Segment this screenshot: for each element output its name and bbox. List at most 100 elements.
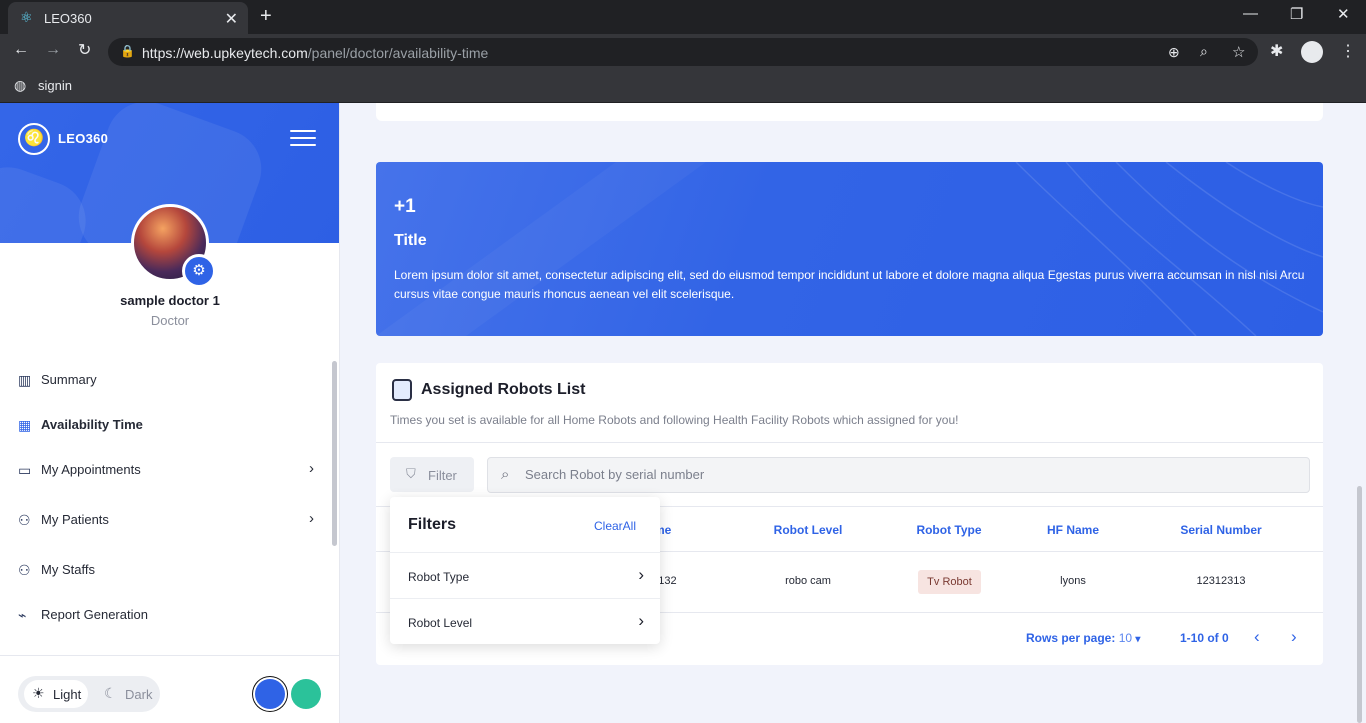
- column-header-robot-level[interactable]: Robot Level: [758, 523, 858, 537]
- dark-theme-button[interactable]: ☾ Dark: [96, 680, 156, 708]
- banner-description: Lorem ipsum dolor sit amet, consectetur …: [394, 268, 1305, 301]
- sidebar-item-my-patients[interactable]: ⚇ My Patients ›: [18, 509, 318, 531]
- search-icon: ⌕: [501, 466, 510, 483]
- back-icon[interactable]: ←: [13, 41, 29, 59]
- color-swatch-blue[interactable]: [255, 679, 285, 709]
- report-icon: ⌁: [18, 607, 27, 623]
- light-theme-button[interactable]: ☀ Light: [24, 680, 88, 708]
- monitor-icon: ▭: [18, 462, 32, 478]
- cell-serial-number: 12312313: [1196, 575, 1246, 587]
- rows-per-page[interactable]: Rows per page: 10 ▾: [1026, 631, 1140, 645]
- url-text: https://web.upkeytech.com/panel/doctor/a…: [142, 45, 489, 61]
- clear-all-button[interactable]: ClearAll: [594, 519, 636, 533]
- chevron-right-icon: ›: [309, 510, 314, 527]
- cell-robot-level: robo cam: [785, 575, 831, 587]
- tab-title: LEO360: [44, 11, 92, 26]
- dark-theme-label: Dark: [125, 687, 153, 702]
- settings-gear-icon[interactable]: ⚙: [182, 254, 216, 288]
- filter-button[interactable]: ⛉ Filter: [390, 457, 474, 492]
- light-theme-label: Light: [53, 687, 82, 702]
- sidebar-item-label: Report Generation: [41, 607, 148, 622]
- sidebar-item-my-appointments[interactable]: ▭ My Appointments ›: [18, 459, 318, 481]
- hamburger-menu-icon[interactable]: [290, 130, 316, 148]
- chart-icon: ▥: [18, 372, 32, 388]
- filters-title: Filters: [408, 516, 457, 533]
- profile-icon[interactable]: [1301, 41, 1323, 63]
- menu-dots-icon[interactable]: ⋮: [1340, 41, 1356, 61]
- theme-toggle: ☀ Light ☾ Dark: [18, 676, 160, 712]
- filter-option-label: Robot Level: [408, 616, 473, 630]
- next-page-icon[interactable]: ›: [1291, 627, 1297, 647]
- prev-page-icon[interactable]: ‹: [1254, 627, 1260, 647]
- search-box: ⌕: [487, 457, 1310, 493]
- sidebar-item-label: My Patients: [41, 512, 109, 527]
- sidebar-footer: ☀ Light ☾ Dark: [0, 655, 339, 723]
- sidebar-item-label: My Staffs: [41, 562, 95, 577]
- zoom-icon[interactable]: ⌕: [1200, 43, 1208, 60]
- bookmark-star-icon[interactable]: ☆: [1232, 43, 1245, 61]
- tab-close-icon[interactable]: ✕: [225, 9, 238, 29]
- address-bar-row: ← → ↻ 🔒 https://web.upkeytech.com/panel/…: [0, 34, 1366, 70]
- reload-icon[interactable]: ↻: [78, 40, 91, 60]
- filter-option-robot-level[interactable]: Robot Level ›: [390, 599, 660, 645]
- address-bar[interactable]: 🔒 https://web.upkeytech.com/panel/doctor…: [108, 38, 1258, 66]
- card-subtitle: Times you set is available for all Home …: [390, 413, 959, 427]
- search-input[interactable]: [525, 467, 1225, 482]
- rows-per-page-label: Rows per page:: [1026, 631, 1116, 645]
- browser-tab-bar: ⚛ LEO360 ✕ + — ❐ ✕: [0, 0, 1366, 34]
- sun-icon: ☀: [32, 685, 45, 701]
- top-card: [376, 103, 1323, 121]
- moon-icon: ☾: [104, 685, 117, 701]
- robot-type-badge: Tv Robot: [918, 570, 981, 594]
- sidebar: ♌ LEO360 ⚙ sample doctor 1 Doctor ▥ Summ…: [0, 103, 340, 723]
- main-scrollbar[interactable]: [1357, 486, 1362, 723]
- chevron-right-icon: ›: [638, 611, 644, 630]
- add-icon[interactable]: ⊕: [1168, 44, 1180, 61]
- browser-tab[interactable]: ⚛ LEO360 ✕: [8, 2, 248, 34]
- filter-label: Filter: [428, 468, 457, 483]
- column-header-robot-type[interactable]: Robot Type: [899, 523, 999, 537]
- restore-icon[interactable]: ❐: [1290, 5, 1303, 23]
- color-swatch-green[interactable]: [291, 679, 321, 709]
- users-icon: ⚇: [18, 512, 31, 528]
- sidebar-item-label: Availability Time: [41, 417, 143, 432]
- bookmarks-bar: ◍ signin: [0, 70, 1366, 103]
- column-header-hf-name[interactable]: HF Name: [1023, 523, 1123, 537]
- forward-icon[interactable]: →: [45, 41, 61, 59]
- chevron-right-icon: ›: [309, 460, 314, 477]
- profile-name: sample doctor 1: [120, 293, 220, 308]
- clipboard-icon: [392, 379, 412, 401]
- extensions-icon[interactable]: ✱: [1270, 41, 1283, 61]
- info-banner: +1 Title Lorem ipsum dolor sit amet, con…: [376, 162, 1323, 336]
- chevron-right-icon: ›: [638, 565, 644, 584]
- new-tab-button[interactable]: +: [260, 5, 272, 28]
- minimize-icon[interactable]: —: [1243, 5, 1258, 22]
- filter-icon: ⛉: [406, 466, 416, 481]
- calendar-icon: ▦: [18, 417, 32, 433]
- brand-name: LEO360: [58, 131, 109, 146]
- filters-popup: Filters ClearAll Robot Type › Robot Leve…: [390, 497, 660, 644]
- profile-role: Doctor: [150, 313, 190, 328]
- bookmark-signin[interactable]: signin: [38, 78, 72, 93]
- filter-option-robot-type[interactable]: Robot Type ›: [390, 553, 660, 599]
- rows-per-page-value: 10: [1118, 631, 1133, 645]
- column-header-serial-number[interactable]: Serial Number: [1161, 523, 1281, 537]
- wave-decoration: [376, 162, 1323, 336]
- chevron-down-icon: ▾: [1135, 634, 1141, 645]
- globe-icon: ◍: [14, 77, 27, 93]
- pagination-range: 1-10 of 0: [1180, 631, 1229, 645]
- sidebar-item-label: My Appointments: [41, 462, 141, 477]
- sidebar-item-availability-time[interactable]: ▦ Availability Time: [18, 414, 318, 436]
- lion-logo-icon: ♌: [18, 123, 50, 155]
- window-close-icon[interactable]: ✕: [1337, 5, 1350, 23]
- sidebar-item-my-staffs[interactable]: ⚇ My Staffs: [18, 559, 318, 581]
- sidebar-item-summary[interactable]: ▥ Summary: [18, 369, 318, 391]
- lock-icon: 🔒: [120, 44, 135, 58]
- users-icon: ⚇: [18, 562, 31, 578]
- sidebar-item-report-generation[interactable]: ⌁ Report Generation: [18, 604, 318, 626]
- react-favicon-icon: ⚛: [20, 9, 33, 25]
- sidebar-scrollbar[interactable]: [332, 361, 337, 546]
- cell-hf-name: lyons: [1060, 575, 1086, 587]
- banner-title: Title: [394, 232, 427, 249]
- banner-count: +1: [394, 196, 416, 217]
